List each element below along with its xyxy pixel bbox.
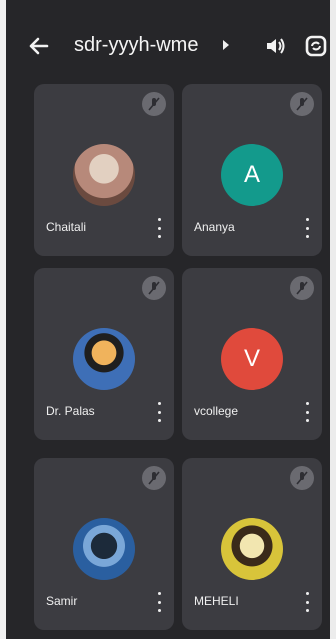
participant-tile[interactable]: MEHELI [182, 458, 322, 630]
participant-grid: Chaitali A Ananya Dr. Palas V vcollege S… [6, 82, 330, 639]
avatar-initial: A [243, 161, 260, 188]
more-vertical-icon[interactable] [154, 402, 164, 422]
caret-right-icon[interactable] [223, 40, 229, 50]
mic-off-icon [142, 466, 166, 490]
participant-tile[interactable]: Dr. Palas [34, 268, 174, 440]
participant-tile[interactable]: A Ananya [182, 84, 322, 256]
avatar: V [221, 328, 283, 390]
more-vertical-icon[interactable] [154, 592, 164, 612]
avatar: A [221, 144, 283, 206]
switch-camera-button[interactable] [302, 31, 330, 61]
more-vertical-icon[interactable] [302, 592, 312, 612]
mic-off-icon [290, 92, 314, 116]
more-vertical-icon[interactable] [302, 218, 312, 238]
participant-tile[interactable]: V vcollege [182, 268, 322, 440]
top-bar: sdr-yyyh-wme [6, 0, 330, 84]
avatar [221, 518, 283, 580]
speaker-button[interactable] [263, 33, 289, 59]
meet-screen: sdr-yyyh-wme Chaitali A Ananya Dr. Palas… [6, 0, 330, 639]
avatar [73, 328, 135, 390]
mic-off-icon [290, 466, 314, 490]
participant-name: MEHELI [194, 594, 239, 608]
avatar [73, 518, 135, 580]
mic-off-icon [142, 276, 166, 300]
more-vertical-icon[interactable] [154, 218, 164, 238]
participant-name: Ananya [194, 220, 235, 234]
more-vertical-icon[interactable] [302, 402, 312, 422]
participant-name: Samir [46, 594, 78, 608]
participant-tile[interactable]: Chaitali [34, 84, 174, 256]
switch-camera-icon [305, 35, 327, 57]
participant-name: Dr. Palas [46, 404, 95, 418]
back-button[interactable] [26, 33, 52, 59]
speaker-icon [267, 38, 285, 54]
mic-off-icon [290, 276, 314, 300]
participant-name: vcollege [194, 404, 239, 418]
mic-off-icon [142, 92, 166, 116]
participant-name: Chaitali [46, 220, 87, 234]
avatar [73, 144, 135, 206]
avatar-initial: V [243, 345, 260, 372]
back-arrow-icon [29, 37, 49, 55]
participant-tile[interactable]: Samir [34, 458, 174, 630]
meeting-code[interactable]: sdr-yyyh-wme [74, 34, 198, 57]
